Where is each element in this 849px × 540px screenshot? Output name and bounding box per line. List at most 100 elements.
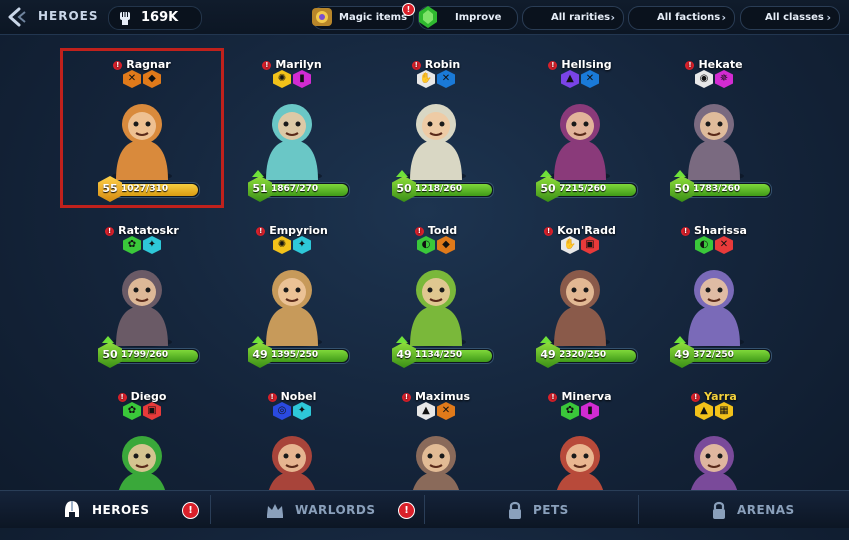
alert-icon: ! (256, 226, 266, 236)
class-badge-icon: ◆ (437, 236, 455, 254)
tab-heroes[interactable]: HEROES ! (0, 491, 210, 528)
class-badge-icon: ▮ (293, 70, 311, 88)
upgrade-arrow-icon (252, 170, 264, 177)
hero-card[interactable]: ! Ratatoskr ✿ ✦ 1799/260 50 (60, 214, 224, 374)
hero-card[interactable]: ! Hekate ◉ ✵ 1783/260 50 (632, 48, 796, 208)
faction-badge-icon: ◐ (695, 236, 713, 254)
hero-portrait (262, 104, 322, 181)
hero-shard-count: 2320/250 (559, 350, 607, 360)
magic-items-alert-icon: ! (402, 3, 415, 16)
hero-card[interactable]: ! Todd ◐ ◆ 1134/250 49 (354, 214, 518, 374)
class-badge-icon: ✕ (715, 236, 733, 254)
faction-badge-icon: ✋ (417, 70, 435, 88)
hero-card[interactable]: ! Ragnar ✕ ◆ 1027/310 55 (60, 48, 224, 208)
faction-badge-icon: ✿ (123, 402, 141, 420)
hero-level: 49 (252, 348, 268, 361)
tab-warlords[interactable]: WARLORDS ! (211, 491, 424, 528)
lock-icon (509, 501, 521, 519)
bottom-nav: HEROES ! WARLORDS ! PETS ARENAS (0, 490, 849, 528)
tab-pets-label: PETS (533, 503, 569, 517)
class-badge-icon: ▣ (581, 236, 599, 254)
fist-icon (120, 12, 130, 25)
hero-level: 49 (540, 348, 556, 361)
hero-card[interactable]: ! Marilyn ✺ ▮ 1867/270 51 (210, 48, 374, 208)
hero-badges: ▲ ✕ (354, 402, 518, 421)
hero-level: 50 (396, 182, 412, 195)
faction-badge-icon: ✺ (273, 236, 291, 254)
hero-shard-count: 1134/250 (415, 350, 463, 360)
hero-level: 49 (396, 348, 412, 361)
hero-level: 50 (102, 348, 118, 361)
upgrade-arrow-icon (396, 336, 408, 343)
tab-pets[interactable]: PETS (425, 491, 638, 528)
faction-badge-icon: ▲ (561, 70, 579, 88)
hero-badges: ✋ ✕ (354, 70, 518, 89)
improve-button[interactable]: Improve (418, 6, 518, 30)
faction-badge-icon: ✿ (123, 236, 141, 254)
rarity-filter-label: All rarities (551, 12, 611, 23)
faction-badge-icon: ◎ (273, 402, 291, 420)
chevron-right-icon: › (826, 11, 831, 24)
hero-level: 50 (540, 182, 556, 195)
hero-portrait (684, 270, 744, 347)
hero-level: 49 (674, 348, 690, 361)
class-badge-icon: ▣ (143, 402, 161, 420)
magic-items-label: Magic items (339, 12, 408, 23)
chevron-right-icon: › (721, 11, 726, 24)
upgrade-arrow-icon (396, 170, 408, 177)
total-power-display: 169K (108, 6, 202, 30)
class-badge-icon: ✕ (437, 402, 455, 420)
faction-badge-icon: ◉ (695, 70, 713, 88)
hero-shard-count: 1799/260 (121, 350, 169, 360)
chevron-right-icon: › (610, 11, 615, 24)
hero-portrait (112, 104, 172, 181)
alert-icon: ! (544, 226, 554, 236)
hero-level: 51 (252, 182, 268, 195)
hero-portrait (684, 104, 744, 181)
hero-badges: ✺ ✦ (210, 236, 374, 255)
alert-icon: ! (113, 60, 123, 70)
helmet-icon (65, 501, 79, 517)
hero-badges: ✿ ▣ (60, 402, 224, 421)
tab-heroes-label: HEROES (92, 503, 150, 517)
alert-icon: ! (548, 392, 558, 402)
page-title: HEROES (38, 9, 99, 23)
back-arrow-icon[interactable] (6, 7, 28, 27)
upgrade-arrow-icon (540, 170, 552, 177)
green-gem-icon (419, 6, 437, 28)
class-filter-dropdown[interactable]: All classes › (740, 6, 840, 30)
improve-label: Improve (455, 12, 502, 23)
alert-icon: ! (681, 226, 691, 236)
hero-card[interactable]: ! Empyrion ✺ ✦ 1395/250 49 (210, 214, 374, 374)
faction-filter-label: All factions (657, 12, 721, 23)
hero-shard-count: 7215/260 (559, 184, 607, 194)
class-badge-icon: ▮ (581, 402, 599, 420)
hero-card[interactable]: ! Robin ✋ ✕ 1218/260 50 (354, 48, 518, 208)
faction-badge-icon: ✋ (561, 236, 579, 254)
class-filter-label: All classes (765, 12, 824, 23)
hero-portrait (406, 104, 466, 181)
heroes-alert-icon: ! (182, 502, 199, 519)
hero-portrait (550, 104, 610, 181)
upgrade-arrow-icon (102, 336, 114, 343)
faction-filter-dropdown[interactable]: All factions › (628, 6, 735, 30)
hero-shard-count: 372/250 (693, 350, 734, 360)
hero-shard-count: 1867/270 (271, 184, 319, 194)
alert-icon: ! (548, 60, 558, 70)
hero-portrait (262, 270, 322, 347)
magic-items-button[interactable]: Magic items ! (312, 3, 415, 30)
faction-badge-icon: ◐ (417, 236, 435, 254)
total-power-value: 169K (141, 10, 179, 25)
hero-card[interactable]: ! Sharissa ◐ ✕ 372/250 49 (632, 214, 796, 374)
hero-shard-count: 1027/310 (121, 184, 169, 194)
class-badge-icon: ✦ (293, 236, 311, 254)
hero-level: 55 (102, 182, 118, 195)
tab-arenas[interactable]: ARENAS (639, 491, 849, 528)
rarity-filter-dropdown[interactable]: All rarities › (522, 6, 624, 30)
lock-icon (713, 501, 725, 519)
top-bar: HEROES 169K Magic items ! Improve All ra… (0, 0, 849, 35)
upgrade-arrow-icon (674, 336, 686, 343)
magic-item-icon (312, 8, 332, 26)
faction-badge-icon: ▲ (695, 402, 713, 420)
hero-portrait (550, 270, 610, 347)
